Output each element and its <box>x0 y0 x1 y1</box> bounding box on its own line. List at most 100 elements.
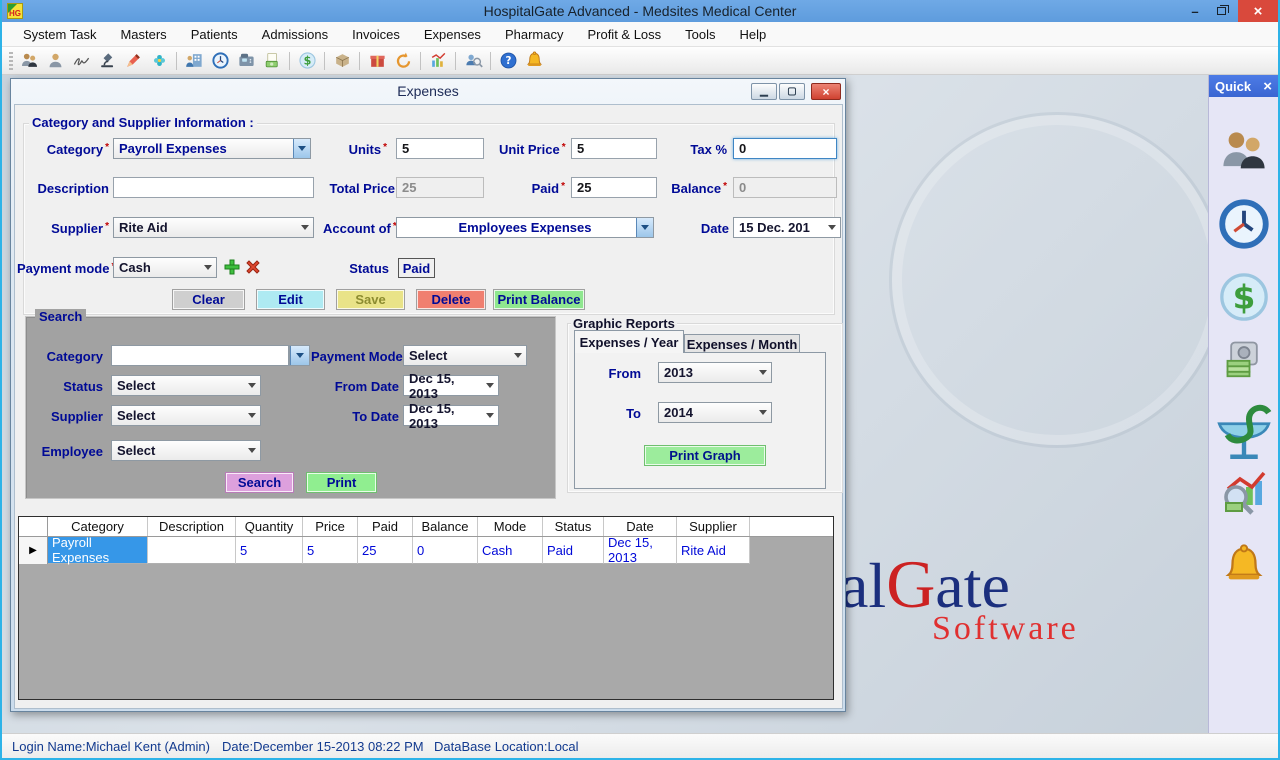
grid-cell-quantity[interactable]: 5 <box>236 537 303 564</box>
cleanup-icon[interactable] <box>522 49 546 73</box>
search-category-dropdown-button[interactable] <box>289 345 310 366</box>
grid-row-selector[interactable]: ▶ <box>19 537 48 564</box>
menu-pharmacy[interactable]: Pharmacy <box>494 24 575 45</box>
grid-column-price[interactable]: Price <box>303 517 358 536</box>
help-icon[interactable]: ? <box>496 49 520 73</box>
grid-cell-paid[interactable]: 25 <box>358 537 413 564</box>
delete-button[interactable]: Delete <box>416 289 486 310</box>
chevron-down-icon[interactable] <box>509 346 526 365</box>
grid-cell-category[interactable]: Payroll Expenses <box>48 537 148 564</box>
menu-masters[interactable]: Masters <box>109 24 177 45</box>
chevron-down-icon[interactable] <box>482 376 498 395</box>
grid-data-row[interactable]: ▶Payroll Expenses55250CashPaidDec 15, 20… <box>19 537 833 564</box>
grid-cell-balance[interactable]: 0 <box>413 537 478 564</box>
tax-input[interactable]: 0 <box>733 138 837 159</box>
patient-search-icon[interactable] <box>461 49 485 73</box>
chevron-down-icon[interactable] <box>243 406 260 425</box>
print-button[interactable]: Print <box>306 472 377 493</box>
lab-icon[interactable] <box>95 49 119 73</box>
supplier-combobox[interactable]: Rite Aid <box>113 217 314 238</box>
invoice-icon[interactable] <box>260 49 284 73</box>
grid-column-supplier[interactable]: Supplier <box>677 517 750 536</box>
search-payment-mode-combobox[interactable]: Select <box>403 345 527 366</box>
phone-icon[interactable] <box>234 49 258 73</box>
prescription-icon[interactable] <box>121 49 145 73</box>
grid-column-balance[interactable]: Balance <box>413 517 478 536</box>
clock-quick-icon[interactable] <box>1215 195 1273 258</box>
graph-to-combobox[interactable]: 2014 <box>658 402 772 423</box>
grid-column-mode[interactable]: Mode <box>478 517 543 536</box>
category-combobox[interactable]: Payroll Expenses <box>113 138 311 159</box>
expenses-close-button[interactable]: × <box>811 83 841 100</box>
unit-price-input[interactable]: 5 <box>571 138 657 159</box>
chevron-down-icon[interactable] <box>293 139 310 158</box>
graph-from-combobox[interactable]: 2013 <box>658 362 772 383</box>
search-from-date-combobox[interactable]: Dec 15, 2013 <box>403 375 499 396</box>
payment-mode-combobox[interactable]: Cash <box>113 257 217 278</box>
chevron-down-icon[interactable] <box>823 218 840 237</box>
units-input[interactable]: 5 <box>396 138 484 159</box>
menu-admissions[interactable]: Admissions <box>251 24 339 45</box>
date-combobox[interactable]: 15 Dec. 201 <box>733 217 841 238</box>
description-input[interactable] <box>113 177 314 198</box>
close-button[interactable]: × <box>1238 0 1278 22</box>
chevron-down-icon[interactable] <box>296 218 313 237</box>
grid-column-quantity[interactable]: Quantity <box>236 517 303 536</box>
employee-icon[interactable] <box>43 49 67 73</box>
pharmacy-quick-icon[interactable] <box>1211 399 1277 470</box>
hospital-icon[interactable] <box>182 49 206 73</box>
search-supplier-combobox[interactable]: Select <box>111 405 261 426</box>
grid-column-date[interactable]: Date <box>604 517 677 536</box>
restore-button[interactable] <box>1208 0 1234 22</box>
menu-invoices[interactable]: Invoices <box>341 24 411 45</box>
quick-panel-close-icon[interactable]: × <box>1263 78 1272 95</box>
grid-cell-mode[interactable]: Cash <box>478 537 543 564</box>
supplies-icon[interactable] <box>365 49 389 73</box>
save-button[interactable]: Save <box>336 289 405 310</box>
chevron-down-icon[interactable] <box>243 441 260 460</box>
delete-payment-mode-icon[interactable] <box>244 258 262 276</box>
menu-patients[interactable]: Patients <box>180 24 249 45</box>
grid-cell-supplier[interactable]: Rite Aid <box>677 537 750 564</box>
chevron-down-icon[interactable] <box>199 258 216 277</box>
cashbox-quick-icon[interactable] <box>1222 337 1266 386</box>
expenses-minimize-button[interactable]: ▁ <box>751 83 777 100</box>
grid-column-description[interactable]: Description <box>148 517 236 536</box>
edit-button[interactable]: Edit <box>256 289 325 310</box>
clear-button[interactable]: Clear <box>172 289 245 310</box>
tab-expenses-year[interactable]: Expenses / Year <box>574 330 684 353</box>
search-category-input[interactable] <box>111 345 289 366</box>
chevron-down-icon[interactable] <box>754 403 771 422</box>
account-of-combobox[interactable]: Employees Expenses <box>396 217 654 238</box>
grid-column-status[interactable]: Status <box>543 517 604 536</box>
menu-expenses[interactable]: Expenses <box>413 24 492 45</box>
staff-icon[interactable] <box>17 49 41 73</box>
search-employee-combobox[interactable]: Select <box>111 440 261 461</box>
minimize-button[interactable]: – <box>1182 0 1208 22</box>
staff-quick-icon[interactable] <box>1218 125 1270 182</box>
grid-column-paid[interactable]: Paid <box>358 517 413 536</box>
reports-icon[interactable] <box>426 49 450 73</box>
expenses-grid[interactable]: CategoryDescriptionQuantityPricePaidBala… <box>18 516 834 700</box>
signature-icon[interactable] <box>69 49 93 73</box>
expenses-maximize-button[interactable]: ▢ <box>779 83 805 100</box>
financial-report-quick-icon[interactable] <box>1220 471 1268 524</box>
search-button[interactable]: Search <box>225 472 294 493</box>
services-icon[interactable] <box>147 49 171 73</box>
schedule-icon[interactable] <box>208 49 232 73</box>
print-graph-button[interactable]: Print Graph <box>644 445 766 466</box>
chevron-down-icon[interactable] <box>482 406 498 425</box>
search-to-date-combobox[interactable]: Dec 15, 2013 <box>403 405 499 426</box>
chevron-down-icon[interactable] <box>754 363 771 382</box>
paid-input[interactable]: 25 <box>571 177 657 198</box>
search-status-combobox[interactable]: Select <box>111 375 261 396</box>
billing-icon[interactable]: $ <box>295 49 319 73</box>
tab-expenses-month[interactable]: Expenses / Month <box>684 334 800 353</box>
menu-system-task[interactable]: System Task <box>12 24 107 45</box>
grid-cell-status[interactable]: Paid <box>543 537 604 564</box>
stock-icon[interactable] <box>330 49 354 73</box>
print-balance-button[interactable]: Print Balance <box>493 289 585 310</box>
grid-cell-price[interactable]: 5 <box>303 537 358 564</box>
add-payment-mode-icon[interactable] <box>223 258 241 276</box>
menu-tools[interactable]: Tools <box>674 24 726 45</box>
